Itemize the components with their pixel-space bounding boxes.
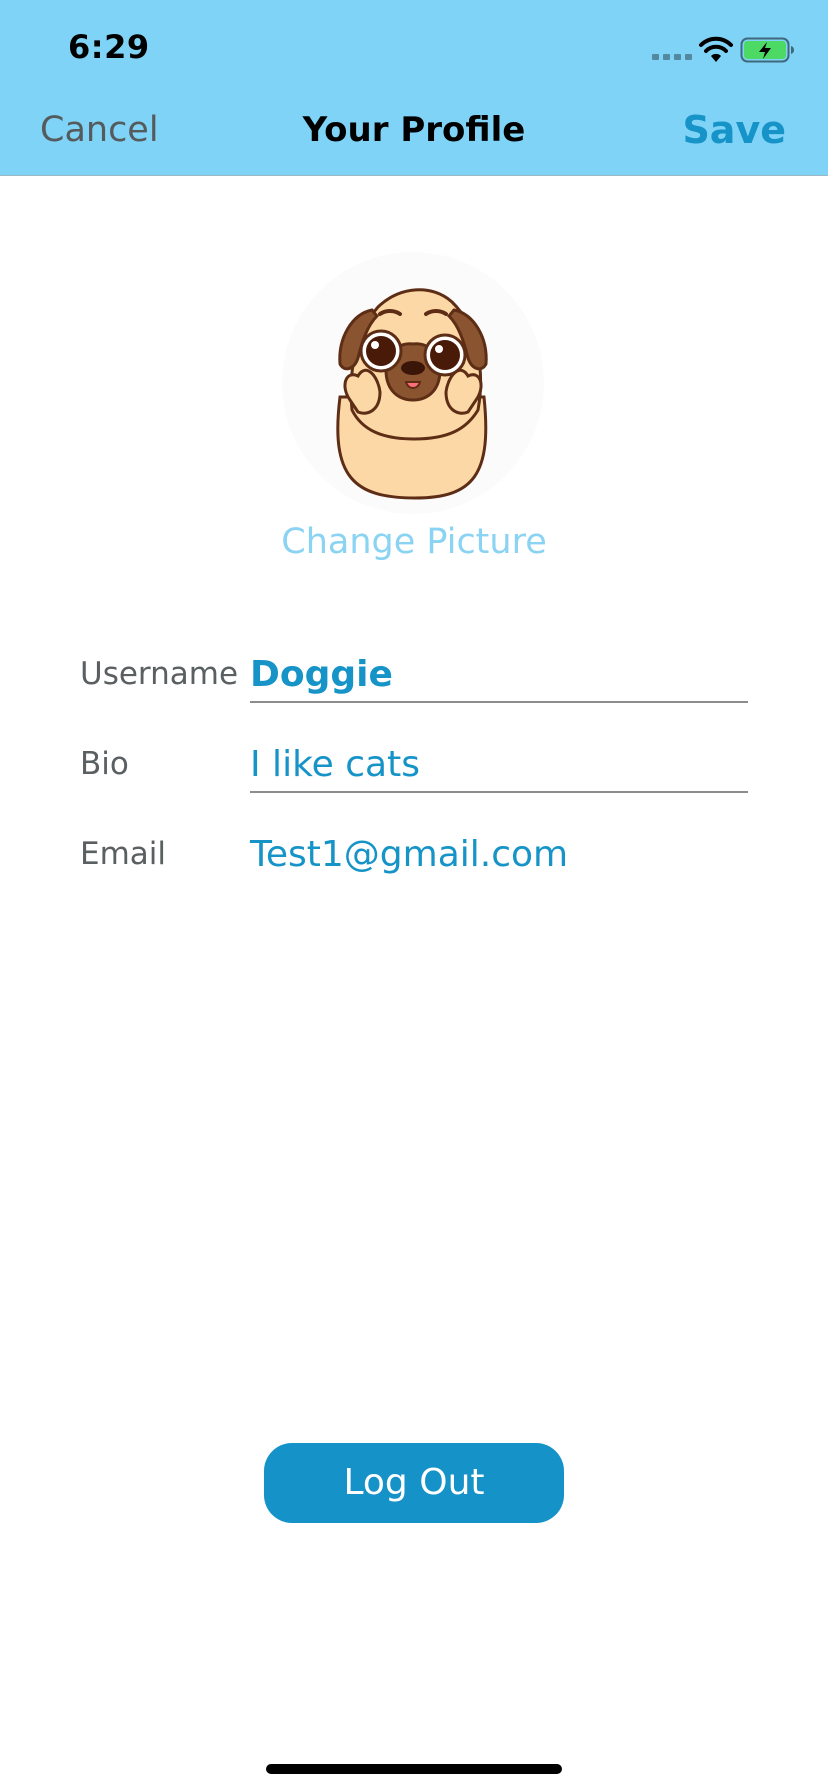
cellular-signal-icon	[652, 54, 692, 60]
battery-charging-icon	[740, 37, 794, 63]
wifi-icon	[699, 36, 733, 62]
pug-avatar-icon[interactable]	[282, 252, 544, 514]
username-field[interactable]: Doggie	[250, 647, 748, 703]
navigation-bar: Cancel Your Profile Save	[0, 88, 828, 176]
bio-label: Bio	[80, 746, 129, 782]
email-label: Email	[80, 836, 167, 872]
bio-field[interactable]: I like cats	[250, 737, 748, 793]
status-bar: 6:29	[0, 0, 828, 88]
change-picture-button[interactable]: Change Picture	[0, 522, 828, 562]
email-field[interactable]: Test1@gmail.com	[250, 827, 748, 883]
save-button[interactable]: Save	[682, 108, 786, 152]
home-indicator[interactable]	[266, 1764, 562, 1774]
status-time: 6:29	[68, 28, 150, 66]
username-label: Username	[80, 656, 239, 692]
logout-button[interactable]: Log Out	[264, 1443, 564, 1523]
